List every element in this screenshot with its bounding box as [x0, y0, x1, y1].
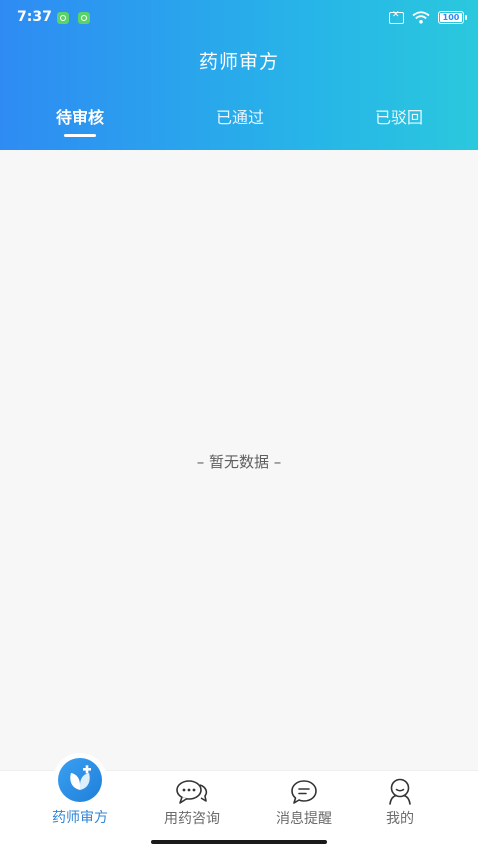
status-time: 7:37 — [17, 9, 52, 25]
app-header: 7:37 100 药师审方 待审核 已通过 已驳回 — [0, 0, 478, 150]
tab-rejected[interactable]: 已驳回 — [339, 104, 459, 128]
pharmacist-review-icon — [58, 758, 102, 802]
tabbar-label: 我的 — [386, 811, 414, 827]
battery-level: 100 — [442, 13, 460, 22]
tabbar-item-medication-consult[interactable]: 用药咨询 — [137, 771, 247, 841]
tabbar-label: 用药咨询 — [164, 811, 220, 827]
chat-bubbles-icon — [176, 780, 208, 804]
wifi-icon — [412, 11, 430, 24]
tabbar-label: 消息提醒 — [276, 811, 332, 827]
system-icons: 100 — [389, 10, 467, 24]
tab-pending[interactable]: 待审核 — [20, 104, 140, 128]
status-bar: 7:37 100 — [0, 0, 478, 36]
no-sim-icon — [389, 10, 404, 24]
notification-app-icon — [57, 12, 69, 24]
tabbar-item-profile[interactable]: 我的 — [345, 771, 455, 841]
tabbar-item-message-reminder[interactable]: 消息提醒 — [249, 771, 359, 841]
message-icon — [291, 780, 317, 804]
active-tab-indicator — [64, 134, 96, 137]
home-indicator[interactable] — [151, 840, 327, 844]
tabbar-item-pharmacist-review[interactable]: 药师审方 — [25, 753, 135, 841]
user-icon — [389, 778, 411, 805]
tab-approved[interactable]: 已通过 — [180, 104, 300, 128]
empty-state-text: – 暂无数据 – — [196, 453, 282, 471]
tabbar-label: 药师审方 — [52, 810, 108, 826]
battery-icon: 100 — [438, 11, 467, 24]
page-title: 药师审方 — [198, 51, 279, 73]
bottom-tabbar: 药师审方 用药咨询 消息提醒 我的 — [0, 753, 478, 851]
notification-app-icon — [78, 12, 90, 24]
